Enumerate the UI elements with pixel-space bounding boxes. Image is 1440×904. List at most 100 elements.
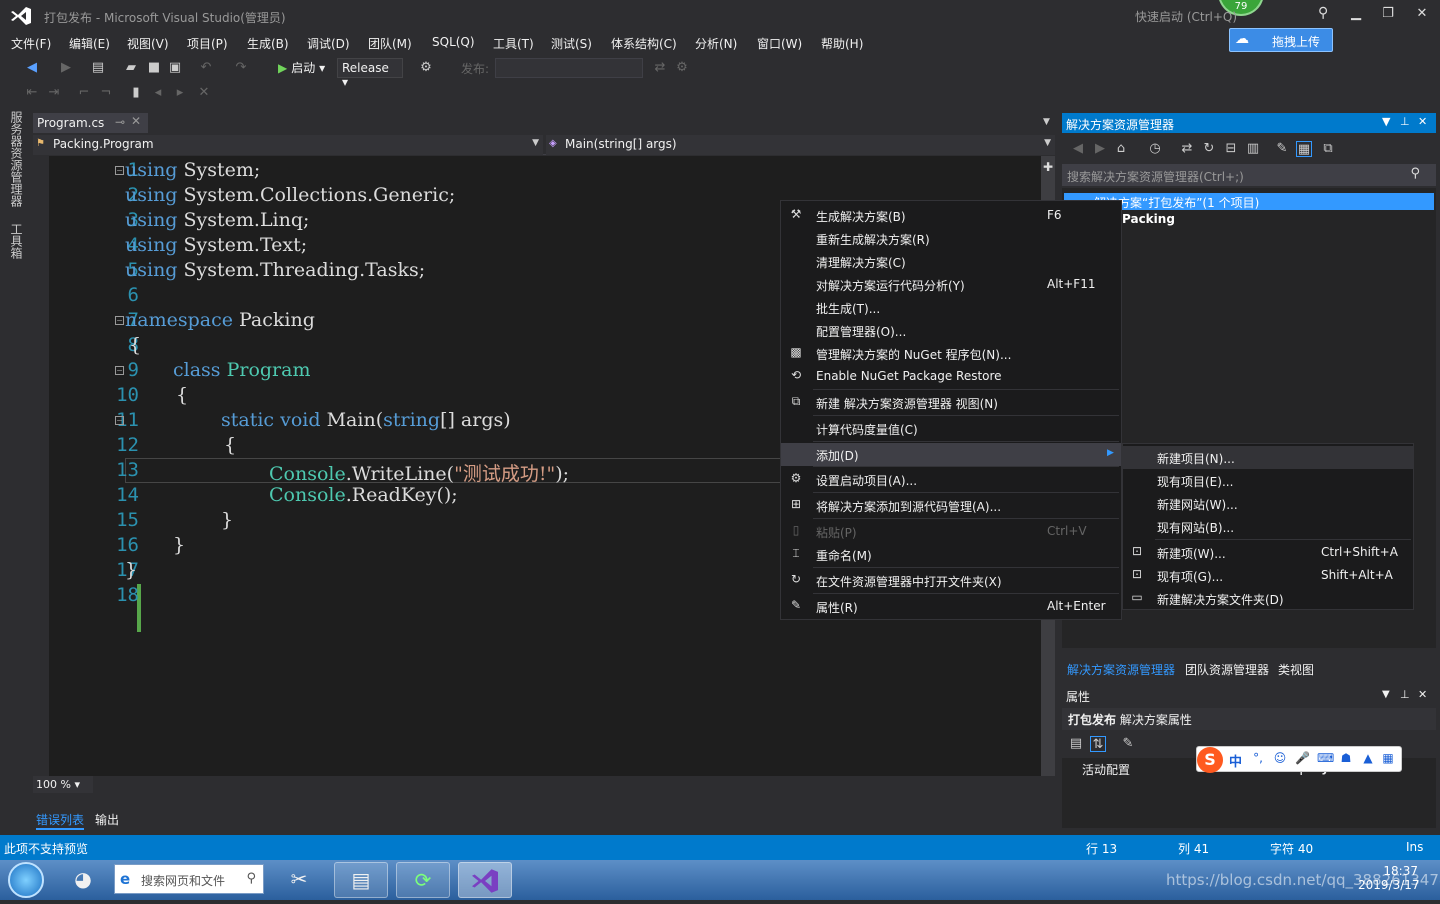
menu-item-paste[interactable]: ▯ 粘贴(P) Ctrl+V [781, 520, 1121, 543]
alphabetical-icon[interactable]: ⇅ [1090, 736, 1106, 752]
ime-language-label[interactable]: 中 [1229, 751, 1242, 770]
collapse-icon[interactable]: − [115, 416, 124, 425]
pin-icon[interactable]: ⊥ [1400, 688, 1410, 701]
tab-error-list[interactable]: 错误列表 [36, 811, 85, 830]
sync-app-icon[interactable]: ⟳ [396, 862, 450, 898]
tree-node-project[interactable]: Packing [1122, 212, 1175, 226]
menu-analyze[interactable]: 分析(N) [695, 35, 737, 52]
properties-object-selector[interactable]: 打包发布 解决方案属性 [1062, 708, 1436, 730]
emoji-icon[interactable]: ☺ [1273, 751, 1287, 767]
close-button[interactable]: ✕ [1412, 6, 1432, 24]
forward-icon[interactable]: ▶ [1092, 141, 1108, 157]
close-icon[interactable]: ✕ [1418, 115, 1427, 128]
tab-class-view[interactable]: 类视图 [1278, 661, 1314, 678]
zoom-dropdown[interactable]: 100 % ▾ [33, 776, 93, 793]
menu-edit[interactable]: 编辑(E) [69, 35, 110, 52]
start-button[interactable]: ▶ 启动 ▾ [278, 59, 325, 76]
collapse-icon[interactable]: − [115, 366, 124, 375]
keyboard-icon[interactable]: ⌨ [1317, 751, 1334, 767]
search-icon[interactable]: ⚲ [1410, 166, 1420, 181]
menu-architecture[interactable]: 体系结构(C) [611, 35, 677, 52]
collapse-all-icon[interactable]: ⊟ [1223, 141, 1239, 157]
close-tab-icon[interactable]: ✕ [131, 114, 141, 128]
show-all-files-icon[interactable]: ▥ [1245, 141, 1261, 157]
collapse-icon[interactable]: − [115, 316, 124, 325]
skin-icon[interactable]: ▲ [1361, 751, 1375, 767]
open-icon[interactable]: ▰ [123, 60, 139, 76]
toolbox-icon[interactable]: ▦ [1381, 751, 1395, 767]
menu-build[interactable]: 生成(B) [247, 35, 289, 52]
solution-explorer-search[interactable]: 搜索解决方案资源管理器(Ctrl+;) ⚲ [1062, 164, 1436, 186]
back-icon[interactable]: ◀ [24, 60, 40, 76]
punctuation-icon[interactable]: °, [1251, 751, 1265, 767]
menu-item-nuget-restore[interactable]: ⟲ Enable NuGet Package Restore [781, 365, 1121, 388]
server-explorer-tab[interactable]: 服务器资源管理器 [8, 111, 25, 207]
chevron-down-icon[interactable]: ▼ [1382, 115, 1390, 128]
menu-help[interactable]: 帮助(H) [821, 35, 863, 52]
menu-project[interactable]: 项目(P) [187, 35, 228, 52]
menu-item-code-analysis[interactable]: 对解决方案运行代码分析(Y) Alt+F11 [781, 273, 1121, 296]
microphone-icon[interactable]: 🎤 [1295, 751, 1310, 767]
taskbar-search[interactable]: e 搜索网页和文件 ⚲ [114, 864, 264, 894]
menu-item-build-solution[interactable]: ⚒ 生成解决方案(B) F6 [781, 204, 1121, 227]
pin-icon[interactable]: ⊸ [115, 115, 125, 129]
preview-icon[interactable]: ▦ [1296, 141, 1312, 157]
search-icon[interactable]: ⚲ [1318, 5, 1334, 21]
uncomment-icon[interactable]: ¬ [98, 85, 114, 101]
quick-launch-input[interactable]: 快速启动 (Ctrl+Q) [1135, 8, 1340, 26]
member-dropdown[interactable]: ◈ Main(string[] args) ▼ [546, 135, 1055, 155]
prev-bookmark-icon[interactable]: ◂ [150, 85, 166, 101]
clear-bookmarks-icon[interactable]: ✕ [196, 85, 212, 101]
sync-icon[interactable]: ⇄ [652, 60, 668, 76]
menu-item-set-startup[interactable]: ⚙ 设置启动项目(A)... [781, 468, 1121, 491]
undo-icon[interactable]: ↶ [198, 60, 214, 76]
pin-icon[interactable]: ⊥ [1400, 115, 1410, 128]
history-icon[interactable]: ◷ [1147, 141, 1163, 157]
tab-output[interactable]: 输出 [95, 811, 119, 828]
chevron-down-icon[interactable]: ▼ [1382, 689, 1390, 700]
indent-icon[interactable]: ⇥ [46, 85, 62, 101]
back-icon[interactable]: ◀ [1070, 141, 1086, 157]
menu-window[interactable]: 窗口(W) [757, 35, 802, 52]
visual-studio-app-icon[interactable] [458, 862, 512, 898]
menu-file[interactable]: 文件(F) [11, 35, 51, 52]
outdent-icon[interactable]: ⇤ [24, 85, 40, 101]
submenu-item-new-item[interactable]: ⊡ 新建项(W)... Ctrl+Shift+A [1123, 541, 1413, 564]
collapse-icon[interactable]: − [115, 166, 124, 175]
explorer-app-icon[interactable]: ▤ [334, 862, 388, 898]
submenu-item-new-project[interactable]: 新建项目(N)... [1123, 446, 1413, 469]
property-pages-icon[interactable]: ✎ [1120, 736, 1136, 752]
type-dropdown[interactable]: ⚑ Packing.Program ▼ [33, 135, 543, 155]
app-icon[interactable]: ◕ [56, 862, 110, 898]
submenu-item-existing-website[interactable]: 现有网站(B)... [1123, 515, 1413, 538]
categorized-icon[interactable]: ▤ [1068, 736, 1084, 752]
tool-app-icon[interactable]: ✂ [272, 862, 326, 898]
tab-list-dropdown-icon[interactable]: ▼ [1043, 117, 1050, 127]
menu-item-rename[interactable]: ⌶ 重命名(M) [781, 543, 1121, 566]
publish-dropdown[interactable] [495, 58, 643, 78]
start-button[interactable] [8, 862, 44, 898]
new-project-icon[interactable]: ▤ [90, 60, 106, 76]
menu-item-add[interactable]: 添加(D) ▶ [781, 443, 1121, 466]
next-bookmark-icon[interactable]: ▸ [172, 85, 188, 101]
close-icon[interactable]: ✕ [1418, 688, 1427, 701]
menu-item-batch-build[interactable]: 批生成(T)... [781, 296, 1121, 319]
menu-item-properties[interactable]: ✎ 属性(R) Alt+Enter [781, 595, 1121, 618]
menu-item-new-view[interactable]: ⧉ 新建 解决方案资源管理器 视图(N) [781, 391, 1121, 414]
ime-toolbar[interactable]: S 中 °, ☺ 🎤 ⌨ ☗ ▲ ▦ [1196, 746, 1402, 773]
comment-icon[interactable]: ⌐ [76, 85, 92, 101]
toolbox-tab[interactable]: 工具箱 [8, 223, 25, 259]
menu-tools[interactable]: 工具(T) [493, 35, 534, 52]
wrench-icon[interactable]: ✎ [1274, 141, 1290, 157]
submenu-item-new-solution-folder[interactable]: ▭ 新建解决方案文件夹(D) [1123, 587, 1413, 610]
menu-item-rebuild-solution[interactable]: 重新生成解决方案(R) [781, 227, 1121, 250]
menu-debug[interactable]: 调试(D) [307, 35, 350, 52]
menu-test[interactable]: 测试(S) [551, 35, 592, 52]
solution-config-dropdown[interactable]: Release ▾ [337, 58, 403, 89]
maximize-button[interactable]: ❐ [1378, 6, 1398, 24]
split-icon[interactable]: ✚ [1043, 160, 1053, 174]
tab-program-cs[interactable]: Program.cs ⊸ ✕ [33, 113, 148, 133]
submenu-item-existing-item[interactable]: ⊡ 现有项(G)... Shift+Alt+A [1123, 564, 1413, 587]
menu-sql[interactable]: SQL(Q) [432, 35, 475, 49]
menu-item-manage-nuget[interactable]: ▩ 管理解决方案的 NuGet 程序包(N)... [781, 342, 1121, 365]
